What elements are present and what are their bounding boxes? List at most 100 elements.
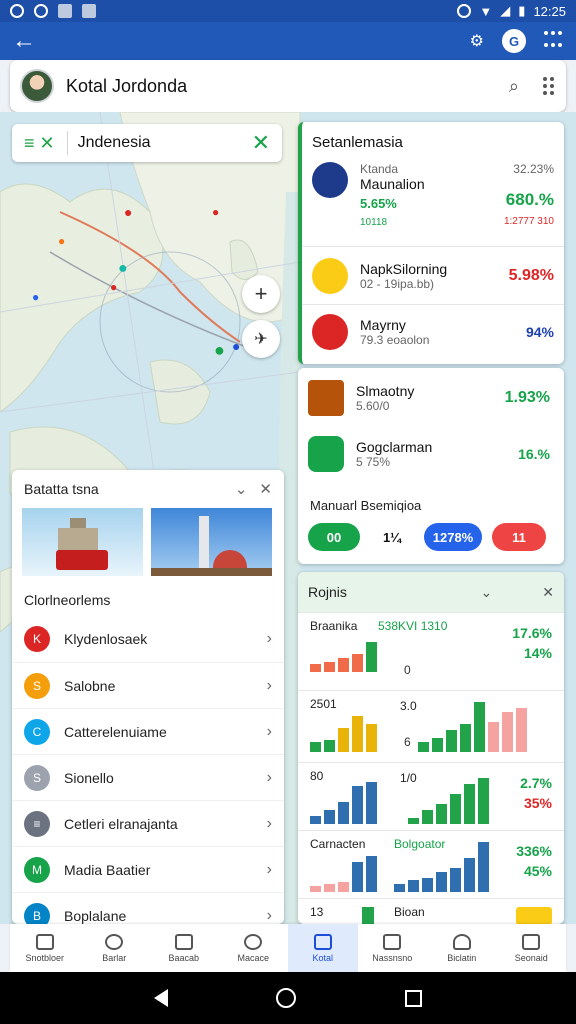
place-photo[interactable] [22, 508, 143, 576]
back-icon[interactable] [154, 989, 169, 1007]
list-item-label: Boplalane [64, 907, 127, 924]
chart-value: 35% [523, 795, 552, 811]
pill-button[interactable]: 1¼ [370, 523, 414, 551]
list-item[interactable]: ≡ Cetleri elranajanta › [12, 800, 284, 846]
chart-bar [362, 907, 374, 924]
notification-icon [82, 4, 96, 18]
zoom-in-button[interactable]: + [242, 275, 280, 313]
location-button[interactable]: ✈ [242, 320, 280, 358]
chart-bar [310, 742, 321, 752]
nav-item-nassnsno[interactable]: Nassnsno [358, 924, 428, 972]
stat-sub: 5.60/0 [356, 399, 390, 413]
list-item[interactable]: S Sionello › [12, 754, 284, 800]
nav-item-barlar[interactable]: Barlar [80, 924, 150, 972]
stat-meta: Ktanda [360, 162, 399, 176]
stat-row[interactable]: Mayrny 79.3 eoaolon 94% [302, 314, 564, 350]
chevron-down-icon[interactable]: ⌄ [481, 584, 493, 601]
chart-value: 2.7% [520, 775, 552, 791]
clear-search-icon[interactable]: ✕ [252, 130, 270, 156]
list-item-label: Madia Baatier [64, 861, 151, 878]
stat-row[interactable]: Slmaotny 5.60/0 1.93% [298, 380, 560, 416]
nav-item-macace[interactable]: Macace [219, 924, 289, 972]
chart-label: 80 [310, 769, 324, 783]
status-bar: ▼ ◢ ▮ 12:25 [0, 0, 576, 22]
mini-chart[interactable]: 13 Bioan [298, 898, 564, 924]
nav-item-kotal[interactable]: Kotal [288, 924, 358, 972]
home-icon[interactable] [276, 988, 297, 1008]
chevron-right-icon: › [266, 676, 272, 694]
stat-pct: 5.65% [360, 196, 397, 211]
category-icon: K [24, 626, 50, 652]
stat-row[interactable]: NapkSilorning 02 - 19ipa.bb) 5.98% [302, 258, 564, 294]
list-item[interactable]: S Salobne › [12, 662, 284, 708]
list-item[interactable]: M Madia Baatier › [12, 846, 284, 892]
pill-button[interactable]: 00 [308, 523, 360, 551]
chart-label: 0 [404, 663, 411, 677]
nav-item-seonaid[interactable]: Seonaid [497, 924, 567, 972]
top-search-bar[interactable]: Kotal Jordonda ⌕ [10, 60, 566, 112]
mini-chart[interactable]: 2501 3.0 6 [298, 690, 564, 756]
list-item-label: Klydenlosaek [64, 631, 148, 647]
chart-bar [478, 778, 489, 824]
chart-bar [352, 654, 363, 672]
stat-value: 5.98% [508, 267, 554, 284]
pill-button[interactable]: 1278% [424, 523, 482, 551]
map-search-bar[interactable]: ≡ ✕ Jndenesia ✕ [12, 124, 282, 162]
map-pin-icon[interactable]: ● [232, 338, 240, 354]
chevron-right-icon: › [266, 768, 272, 786]
pill-button[interactable]: 11 [492, 523, 546, 551]
profile-settings-icon[interactable]: ⚙ [470, 31, 484, 51]
nav-item-snotbloer[interactable]: Snotbloer [10, 924, 80, 972]
stat-sub: 5 75% [356, 455, 391, 469]
search-icon[interactable]: ⌕ [509, 76, 519, 97]
close-icon[interactable]: ✕ [542, 584, 554, 601]
mini-chart[interactable]: Braanika 538KVI 1310 0 17.6% 14% [298, 612, 564, 678]
nav-item-biclatin[interactable]: Biclatin [427, 924, 497, 972]
mini-chart[interactable]: 80 1/0 2.7% 35% [298, 762, 564, 828]
apps-grid-icon[interactable] [544, 31, 564, 51]
back-arrow-icon[interactable]: ← [12, 29, 36, 53]
stats-card: Setanlemasia Ktanda Maunalion 5.65% 1011… [298, 122, 564, 364]
stat-name: Gogclarman [356, 439, 433, 455]
stat-value: 94% [525, 324, 554, 340]
app-badge-icon[interactable]: G [502, 29, 526, 53]
badge-icon [312, 314, 348, 350]
stat-row[interactable]: Gogclarman 5 75% 16.% [298, 436, 560, 472]
close-icon[interactable]: ✕ [259, 480, 272, 498]
more-options-icon[interactable] [543, 77, 554, 95]
avatar[interactable] [20, 69, 54, 103]
sun-icon [312, 258, 348, 294]
chart-bar [464, 784, 475, 824]
nav-item-baacab[interactable]: Baacab [149, 924, 219, 972]
stat-row[interactable]: Ktanda Maunalion 5.65% 10118 32.23% 680.… [302, 162, 564, 228]
signal-icon: ◢ [500, 3, 511, 18]
category-icon: M [24, 856, 50, 883]
page-title: Kotal Jordonda [66, 75, 188, 96]
map-pin-icon[interactable]: ● [118, 260, 128, 278]
chart-bar [408, 880, 419, 892]
chart-bar [436, 804, 447, 824]
chevron-down-icon[interactable]: ⌄ [235, 480, 248, 498]
chat-icon [105, 933, 124, 950]
list-item[interactable]: K Klydenlosaek › [12, 616, 284, 662]
map-search-input[interactable]: Jndenesia [78, 134, 151, 152]
map-pin-icon[interactable]: ● [124, 204, 132, 220]
list-item-label: Catterelenuiame [64, 723, 167, 740]
notification-icon [58, 4, 72, 18]
mini-chart[interactable]: Carnacten Bolgoator 336% 45% [298, 830, 564, 896]
map-pin-icon[interactable]: ● [212, 205, 219, 219]
place-photo[interactable] [151, 508, 272, 576]
map-pin-icon[interactable]: ● [110, 280, 117, 294]
alarm-icon [457, 4, 472, 18]
filter-icon[interactable]: ≡ ✕ [24, 133, 55, 154]
chart-bar [488, 722, 499, 752]
map-pin-icon[interactable]: ● [58, 234, 65, 248]
chart-label: 538KVI 1310 [378, 619, 448, 633]
landmark-icon [312, 162, 348, 198]
map-pin-icon[interactable]: ● [32, 290, 39, 304]
list-item[interactable]: C Catterelenuiame › [12, 708, 284, 754]
recents-icon[interactable] [404, 989, 422, 1007]
chart-bar [324, 662, 335, 672]
map-pin-icon[interactable]: ● [214, 340, 225, 361]
chart-bar [366, 856, 377, 892]
